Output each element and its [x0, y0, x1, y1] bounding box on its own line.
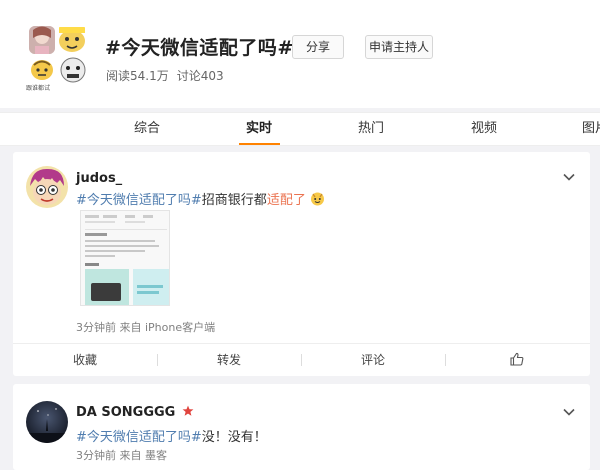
post-text-body: 招商银行都	[201, 193, 267, 208]
chevron-down-icon[interactable]	[562, 405, 576, 419]
thumbs-up-icon	[510, 352, 524, 366]
post-text-body: 没！没有！	[201, 430, 267, 445]
cover-emoji-tile	[29, 57, 56, 83]
active-tab-indicator	[239, 143, 280, 145]
topic-hashtag-link[interactable]: #今天微信适配了吗#	[76, 193, 202, 208]
topic-stats: 阅读54.1万 讨论403	[106, 67, 224, 84]
discussion-count: 讨论403	[176, 69, 224, 83]
author-name-text: DA SONGGGG	[76, 405, 176, 420]
favorite-button[interactable]: 收藏	[13, 344, 157, 376]
avatar-night-photo-icon	[26, 401, 68, 443]
avatar-cartoon-icon	[26, 166, 68, 208]
apply-host-button[interactable]: 申请主持人	[365, 35, 433, 59]
post-card: judos_ #今天微信适配了吗#招商银行都适配了 3分钟前 来自 iPhone…	[13, 152, 590, 376]
tab-video[interactable]: 视频	[471, 113, 497, 146]
avatar[interactable]	[26, 166, 68, 208]
author-name[interactable]: judos_	[76, 171, 122, 186]
share-button[interactable]: 分享	[292, 35, 344, 59]
avatar[interactable]	[26, 401, 68, 443]
repost-button[interactable]: 转发	[157, 344, 301, 376]
tab-images[interactable]: 图片	[582, 113, 600, 146]
topic-title: #今天微信适配了吗#	[105, 37, 294, 59]
emoji-smile-icon	[310, 192, 324, 206]
chevron-down-icon[interactable]	[562, 170, 576, 184]
like-button[interactable]	[445, 344, 589, 376]
post-text: #今天微信适配了吗#没！没有！	[76, 426, 267, 445]
star-badge-icon	[182, 405, 194, 416]
topic-hashtag-link[interactable]: #今天微信适配了吗#	[76, 430, 202, 445]
cover-meme-tile	[59, 56, 87, 86]
author-name[interactable]: DA SONGGGG	[76, 405, 194, 420]
comment-button[interactable]: 评论	[301, 344, 445, 376]
cover-photo-tile	[29, 26, 55, 54]
post-text-highlight: 适配了	[266, 193, 306, 208]
tab-comprehensive[interactable]: 综合	[134, 113, 160, 146]
cover-sticker-tile	[57, 26, 87, 54]
post-meta: 3分钟前 来自 iPhone客户端	[76, 321, 216, 334]
tab-realtime[interactable]: 实时	[246, 113, 272, 146]
post-card: DA SONGGGG #今天微信适配了吗#没！没有！ 3分钟前 来自 墨客	[13, 384, 590, 470]
topic-header: 跟谁都试 #今天微信适配了吗# 分享 申请主持人 阅读54.1万 讨论403	[0, 0, 600, 108]
tab-bar: 综合 实时 热门 视频 图片	[0, 112, 600, 146]
post-text: #今天微信适配了吗#招商银行都适配了	[76, 189, 325, 208]
read-count: 阅读54.1万	[106, 69, 169, 83]
tab-hot[interactable]: 热门	[358, 113, 384, 146]
topic-cover-image: 跟谁都试	[26, 26, 88, 92]
post-image-thumbnail[interactable]	[80, 210, 170, 306]
post-meta: 3分钟前 来自 墨客	[76, 449, 167, 462]
post-action-bar: 收藏 转发 评论	[13, 343, 590, 376]
cover-caption: 跟谁都试	[26, 85, 51, 92]
